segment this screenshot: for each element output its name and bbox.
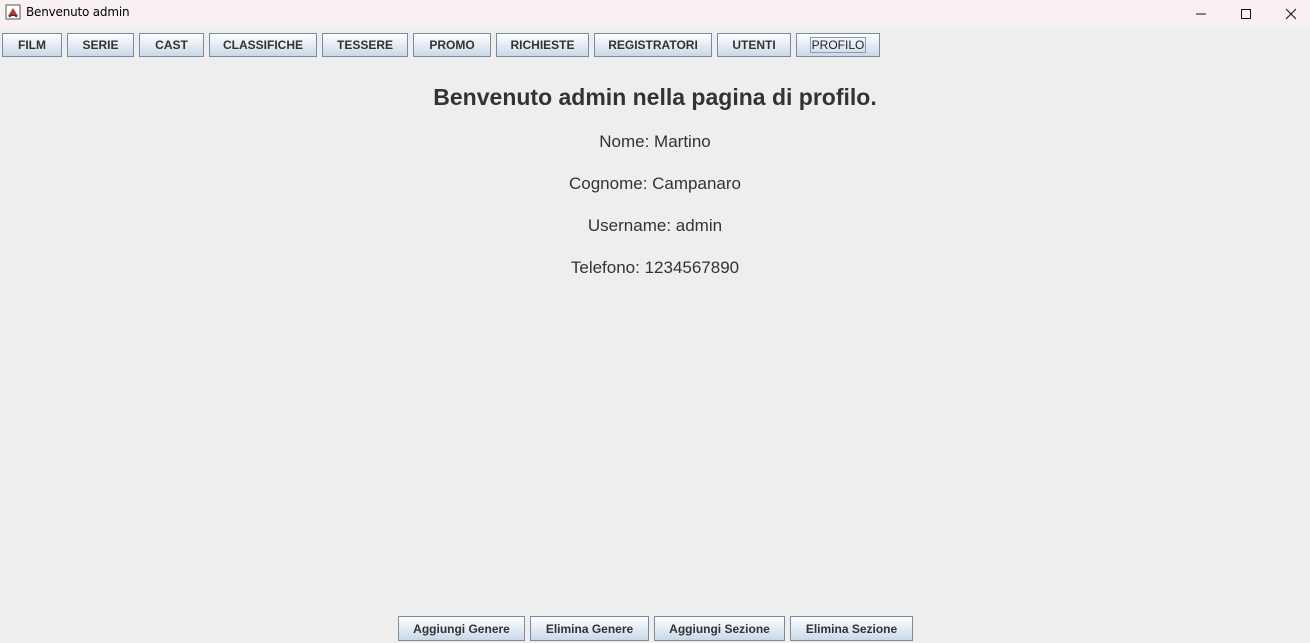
nav-button-profilo[interactable]: PROFILO xyxy=(796,33,880,57)
profile-nome: Nome: Martino xyxy=(599,132,711,151)
nav-button-richieste[interactable]: RICHIESTE xyxy=(496,33,589,57)
profile-username: Username: admin xyxy=(587,216,723,235)
profile-cognome: Cognome: Campanaro xyxy=(569,174,741,193)
nav-button-profilo-label: PROFILO xyxy=(809,37,867,53)
delete-section-button[interactable]: Elimina Sezione xyxy=(790,616,913,641)
maximize-button[interactable] xyxy=(1223,0,1268,27)
nav-button-utenti[interactable]: UTENTI xyxy=(717,33,791,57)
minimize-button[interactable] xyxy=(1178,0,1223,27)
window-title: Benvenuto admin xyxy=(26,5,130,19)
nav-button-promo[interactable]: PROMO xyxy=(413,33,491,57)
close-icon xyxy=(1285,8,1296,19)
nav-button-serie[interactable]: SERIE xyxy=(67,33,134,57)
title-bar: Benvenuto admin xyxy=(0,0,1310,27)
page-title: Benvenuto admin nella pagina di profilo. xyxy=(433,84,877,110)
minimize-icon xyxy=(1195,13,1206,14)
maximize-icon xyxy=(1240,8,1251,19)
nav-button-classifiche[interactable]: CLASSIFICHE xyxy=(209,33,317,57)
nav-button-film[interactable]: FILM xyxy=(2,33,62,57)
add-genre-button[interactable]: Aggiungi Genere xyxy=(398,616,525,641)
profile-telefono: Telefono: 1234567890 xyxy=(570,258,740,277)
close-button[interactable] xyxy=(1268,0,1310,27)
java-app-icon xyxy=(5,4,21,20)
nav-button-cast[interactable]: CAST xyxy=(139,33,204,57)
add-section-button[interactable]: Aggiungi Sezione xyxy=(654,616,785,641)
nav-button-tessere[interactable]: TESSERE xyxy=(322,33,408,57)
delete-genre-button[interactable]: Elimina Genere xyxy=(530,616,649,641)
nav-button-registratori[interactable]: REGISTRATORI xyxy=(594,33,712,57)
